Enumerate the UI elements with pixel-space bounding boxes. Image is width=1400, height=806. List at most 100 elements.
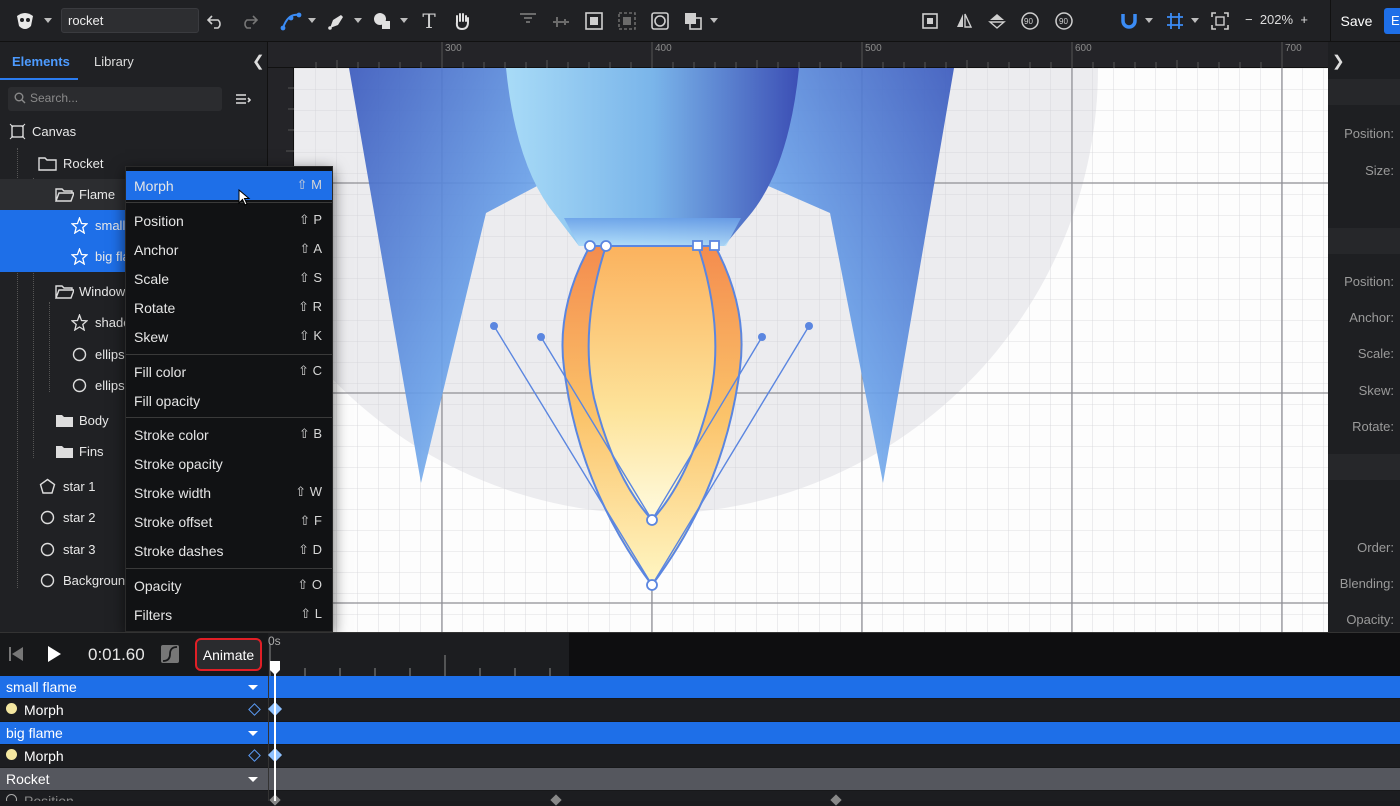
ruler-label: 700 [1285,43,1302,54]
boolean-operations-icon[interactable] [680,8,706,34]
rotate-left-90-icon[interactable]: 90 [1017,8,1043,34]
section-header [1328,228,1400,254]
rotate-label: Rotate: [1352,419,1394,434]
svg-text:90: 90 [1024,17,1033,26]
animate-button[interactable]: Animate [195,638,262,671]
expand-panel-icon[interactable]: ❯ [1332,52,1345,70]
easing-curve-icon[interactable] [160,644,180,667]
menu-item-position[interactable]: Position ⇧ P [126,206,332,235]
chevron-down-icon[interactable] [248,685,258,690]
layer-label: Rocket [63,156,104,171]
menu-item-rotate[interactable]: Rotate ⇧ R [126,293,332,322]
zoom-in-button[interactable]: + [1300,12,1308,27]
play-icon[interactable] [46,645,62,666]
chevron-down-icon[interactable] [400,18,408,23]
add-keyframe-icon[interactable] [248,749,261,762]
mask-icon[interactable] [647,8,673,34]
ungroup-icon[interactable] [614,8,640,34]
fit-canvas-icon[interactable] [1207,8,1233,34]
playhead-handle[interactable] [269,661,281,675]
menu-item-skew[interactable]: Skew ⇧ K [126,322,332,351]
app-logo-icon[interactable] [12,8,38,34]
menu-item-stroke-color[interactable]: Stroke color ⇧ B [126,420,332,449]
layer-label: Fins [79,444,104,459]
shapes-tool-icon[interactable] [370,8,396,34]
filter-list-icon[interactable] [235,93,252,108]
anchor-label: Anchor: [1349,310,1394,325]
save-button[interactable]: Save [1330,0,1382,42]
transform-position-label: Position: [1344,274,1394,289]
search-input[interactable]: Search... [8,87,222,111]
artboard[interactable] [294,68,1328,632]
zoom-control[interactable]: − 202% + [1245,12,1308,27]
track-big-flame[interactable]: big flame [0,722,1400,744]
mouse-cursor-icon [238,189,251,206]
flip-horizontal-icon[interactable] [951,8,977,34]
menu-item-fill-opacity[interactable]: Fill opacity [126,386,332,415]
order-label: Order: [1357,540,1394,555]
tab-elements[interactable]: Elements [12,54,70,69]
folder-icon [55,412,73,429]
collapse-panel-icon[interactable]: ❮ [252,52,265,70]
menu-item-morph[interactable]: Morph ⇧ M [126,171,332,200]
chevron-down-icon[interactable] [308,18,316,23]
align-top-icon[interactable] [515,8,541,34]
rotate-right-90-icon[interactable]: 90 [1051,8,1077,34]
star-shape-icon [70,313,89,332]
track-divider [268,676,269,801]
node-select-tool-icon[interactable] [278,8,304,34]
redo-icon[interactable] [236,8,262,34]
snap-magnet-icon[interactable] [1116,8,1142,34]
menu-item-filters[interactable]: Filters ⇧ L [126,600,332,629]
folder-icon [38,155,57,172]
track-rocket[interactable]: Rocket [0,768,1400,790]
playhead[interactable] [274,663,276,801]
track-property-morph[interactable]: Morph [0,699,1400,721]
add-keyframe-icon[interactable] [248,703,261,716]
document-name-input[interactable]: rocket [61,8,199,33]
tab-library[interactable]: Library [94,54,134,69]
pen-tool-icon[interactable] [324,8,350,34]
track-label: Rocket [6,771,50,787]
chevron-down-icon[interactable] [248,777,258,782]
menu-item-stroke-offset[interactable]: Stroke offset ⇧ F [126,507,332,536]
menu-item-scale[interactable]: Scale ⇧ S [126,264,332,293]
canvas-viewport[interactable]: 300 400 500 600 700 [268,42,1328,632]
hand-tool-icon[interactable] [449,8,475,34]
opacity-label: Opacity: [1346,612,1394,627]
chevron-down-icon[interactable] [354,18,362,23]
ellipse-shape-icon [39,541,56,558]
align-middle-icon[interactable] [548,8,574,34]
property-bulb-icon[interactable] [6,703,17,714]
menu-item-anchor[interactable]: Anchor ⇧ A [126,235,332,264]
menu-item-fill-color[interactable]: Fill color ⇧ C [126,357,332,386]
menu-item-stroke-width[interactable]: Stroke width ⇧ W [126,478,332,507]
fit-selection-icon[interactable] [917,8,943,34]
chevron-down-icon[interactable] [44,18,52,23]
menu-item-stroke-opacity[interactable]: Stroke opacity [126,449,332,478]
track-small-flame[interactable]: small flame [0,676,1400,698]
zoom-level[interactable]: 202% [1260,12,1293,27]
property-bulb-icon[interactable] [6,749,17,760]
flip-vertical-icon[interactable] [984,8,1010,34]
chevron-down-icon[interactable] [248,731,258,736]
menu-item-stroke-dashes[interactable]: Stroke dashes ⇧ D [126,536,332,565]
current-time[interactable]: 0:01.60 [88,645,145,665]
zoom-out-button[interactable]: − [1245,12,1253,27]
menu-separator [126,202,332,203]
skip-to-start-icon[interactable] [8,645,24,666]
properties-panel: ❯ Position: Size: Position: Anchor: Scal… [1328,42,1400,632]
grid-icon[interactable] [1162,8,1188,34]
menu-item-opacity[interactable]: Opacity ⇧ O [126,571,332,600]
ellipse-shape-icon [39,572,56,589]
active-tab-indicator [0,78,78,80]
chevron-down-icon[interactable] [1145,18,1153,23]
track-property-morph[interactable]: Morph [0,745,1400,767]
export-button[interactable]: E [1384,8,1400,34]
undo-icon[interactable] [203,8,229,34]
chevron-down-icon[interactable] [710,18,718,23]
text-tool-icon[interactable]: T [416,8,442,34]
layer-canvas[interactable]: Canvas [0,116,268,147]
chevron-down-icon[interactable] [1191,18,1199,23]
group-icon[interactable] [581,8,607,34]
